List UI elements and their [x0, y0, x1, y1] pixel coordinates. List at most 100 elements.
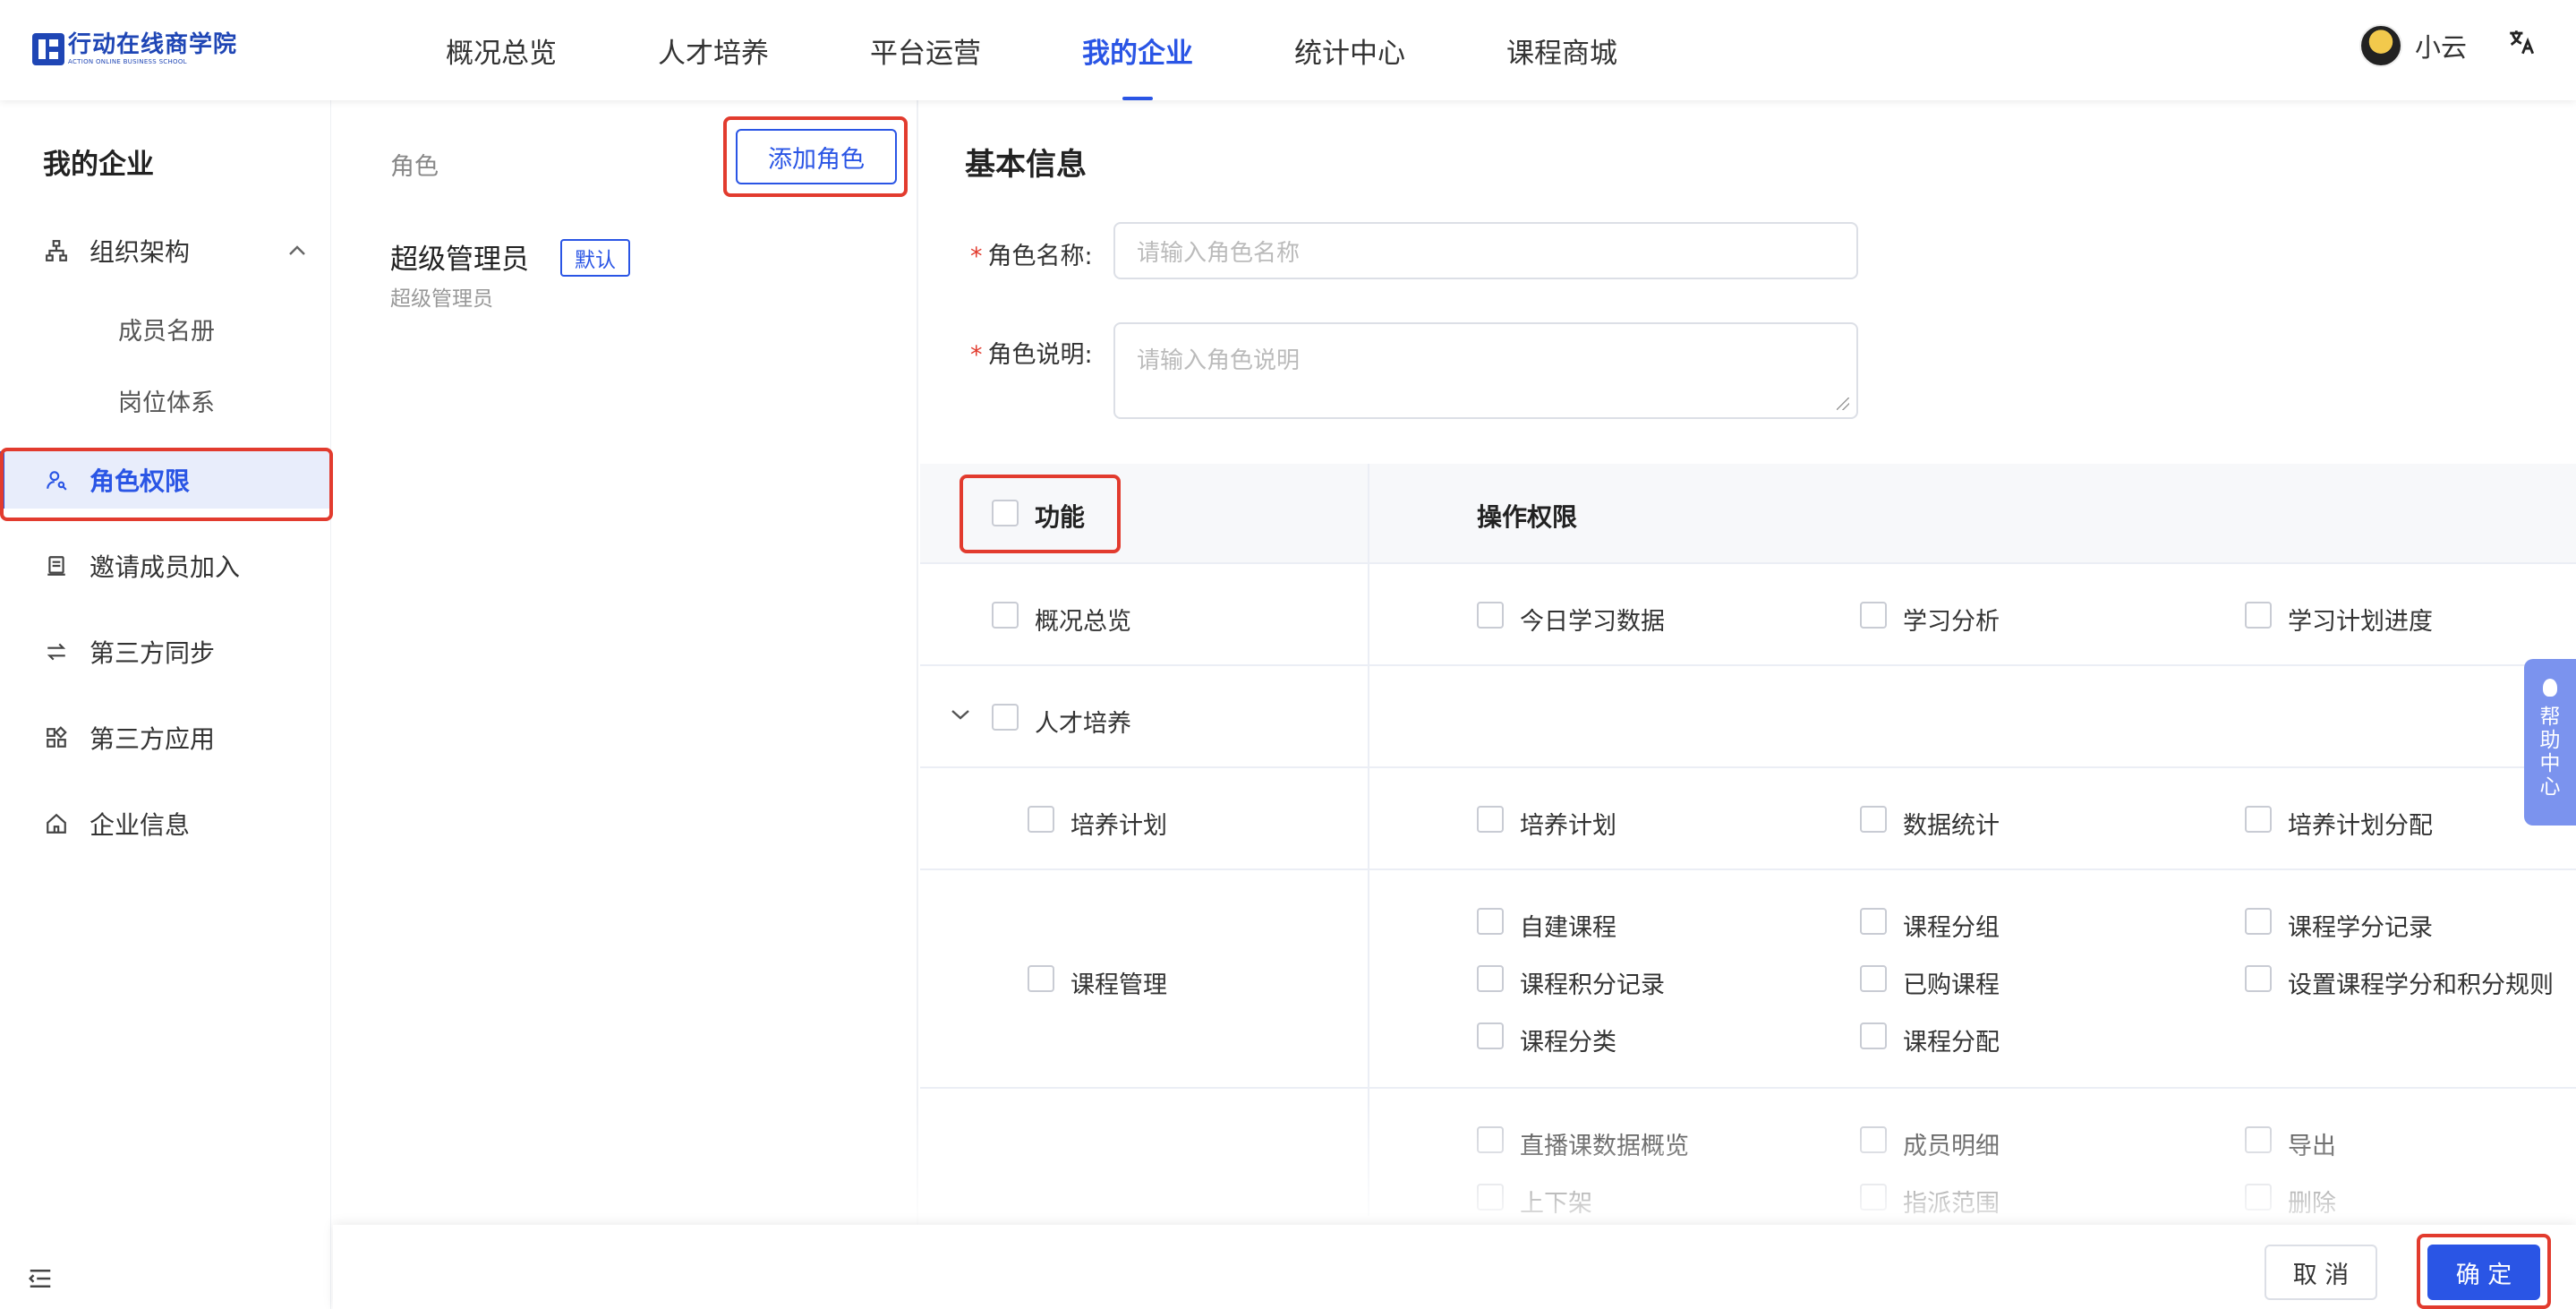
sidebar-item-label: 第三方同步	[90, 638, 216, 668]
action-checkbox[interactable]	[1477, 1184, 1504, 1211]
role-desc-textarea[interactable]: 请输入角色说明	[1113, 322, 1858, 419]
action-checkbox[interactable]	[2245, 965, 2272, 992]
role-desc-label: * 角色说明:	[970, 341, 1093, 369]
sidebar-item-invite-members[interactable]: 邀请成员加入	[0, 539, 331, 593]
document-icon	[43, 552, 70, 579]
user-name: 小云	[2415, 32, 2468, 63]
action-label: 学习分析	[1903, 608, 2000, 636]
table-row: 概况总览 今日学习数据 学习分析 学习计划进度	[920, 566, 2576, 666]
role-name-input[interactable]: 请输入角色名称	[1113, 222, 1858, 279]
function-label: 培养计划	[1070, 812, 1167, 840]
action-checkbox[interactable]	[2245, 1126, 2272, 1153]
function-column-header: 功能	[1035, 502, 1086, 532]
function-label: 课程管理	[1070, 971, 1167, 999]
nav-tab-overview[interactable]: 概况总览	[446, 0, 557, 100]
brand-name: 行动在线商学院	[68, 31, 238, 58]
chevron-up-icon[interactable]	[288, 240, 306, 262]
action-label: 课程分类	[1520, 1029, 1616, 1057]
sidebar-item-third-party-sync[interactable]: 第三方同步	[0, 625, 331, 679]
org-chart-icon	[43, 237, 70, 264]
translate-icon[interactable]	[2506, 27, 2537, 64]
chevron-down-icon[interactable]	[951, 700, 970, 727]
action-label: 课程分配	[1903, 1029, 2000, 1057]
action-label: 设置课程学分和积分规则	[2288, 971, 2554, 999]
nav-tab-talent[interactable]: 人才培养	[658, 0, 769, 100]
brand-subtitle: ACTION ONLINE BUSINESS SCHOOL	[68, 58, 187, 65]
sidebar-item-org-structure[interactable]: 组织架构	[0, 224, 331, 278]
help-center-label: 帮助中心	[2539, 706, 2561, 799]
action-checkbox[interactable]	[1477, 1126, 1504, 1153]
sidebar-item-role-permissions[interactable]: 角色权限	[0, 451, 331, 509]
add-role-button[interactable]: 添加角色	[736, 129, 897, 184]
function-checkbox[interactable]	[1028, 806, 1054, 833]
action-checkbox[interactable]	[2245, 1184, 2272, 1211]
form-footer	[333, 1225, 2576, 1309]
action-checkbox[interactable]	[1860, 908, 1887, 935]
sidebar-item-label: 企业信息	[90, 810, 191, 840]
action-checkbox[interactable]	[1477, 1022, 1504, 1049]
action-label: 上下架	[1520, 1190, 1592, 1218]
sidebar-title: 我的企业	[43, 149, 154, 181]
user-menu[interactable]: 小云	[2359, 23, 2467, 68]
action-label: 数据统计	[1903, 812, 2000, 840]
function-checkbox[interactable]	[992, 704, 1019, 731]
table-row: 培养计划 培养计划 数据统计 培养计划分配	[920, 770, 2576, 870]
role-list-header: 角色	[390, 153, 439, 181]
confirm-button[interactable]: 确 定	[2427, 1245, 2540, 1300]
table-row: 课程管理 自建课程 课程分组 课程学分记录 课程积分记录 已购课程 设置课程学分…	[920, 872, 2576, 1089]
table-row: 直播课数据概览 成员明细 导出 上下架 指派范围 删除	[920, 1091, 2576, 1225]
sidebar-item-position-system[interactable]: 岗位体系	[118, 383, 215, 418]
nav-tab-statistics[interactable]: 统计中心	[1294, 0, 1405, 100]
function-label: 概况总览	[1035, 608, 1131, 636]
table-header: 功能 操作权限	[920, 464, 2576, 564]
swap-icon	[43, 638, 70, 665]
action-label: 成员明细	[1903, 1133, 2000, 1160]
sidebar-item-member-roster[interactable]: 成员名册	[118, 312, 215, 346]
action-label: 指派范围	[1903, 1190, 2000, 1218]
action-checkbox[interactable]	[1860, 806, 1887, 833]
action-label: 课程分组	[1903, 914, 2000, 942]
action-checkbox[interactable]	[2245, 908, 2272, 935]
action-label: 培养计划	[1520, 812, 1616, 840]
brand-logo[interactable]: 行动在线商学院 ACTION ONLINE BUSINESS SCHOOL	[32, 32, 237, 66]
function-checkbox[interactable]	[1028, 965, 1054, 992]
action-checkbox[interactable]	[1477, 806, 1504, 833]
action-checkbox[interactable]	[1860, 1184, 1887, 1211]
section-title: 基本信息	[965, 147, 1087, 183]
top-navigation-bar: 行动在线商学院 ACTION ONLINE BUSINESS SCHOOL 概况…	[0, 0, 2576, 100]
actions-column-header: 操作权限	[1477, 502, 1578, 532]
action-label: 今日学习数据	[1520, 608, 1665, 636]
role-item-name[interactable]: 超级管理员	[390, 236, 529, 277]
action-checkbox[interactable]	[2245, 806, 2272, 833]
role-name-label: * 角色名称:	[970, 243, 1093, 270]
nav-tab-my-enterprise[interactable]: 我的企业	[1082, 0, 1193, 100]
resize-handle[interactable]	[1837, 398, 1849, 410]
sidebar: 我的企业 组织架构 成员名册 岗位体系 角色权限 邀请成员加入 第三方同步 第三…	[0, 100, 331, 1309]
action-checkbox[interactable]	[1477, 908, 1504, 935]
function-checkbox[interactable]	[992, 602, 1019, 629]
action-checkbox[interactable]	[2245, 602, 2272, 629]
table-row-group: 人才培养	[920, 668, 2576, 768]
action-checkbox[interactable]	[1860, 1022, 1887, 1049]
nav-tab-course-mall[interactable]: 课程商城	[1506, 0, 1617, 100]
help-center-button[interactable]: 帮助中心	[2524, 659, 2576, 826]
action-checkbox[interactable]	[1477, 602, 1504, 629]
apps-icon	[43, 724, 70, 751]
action-checkbox[interactable]	[1860, 1126, 1887, 1153]
nav-tab-operations[interactable]: 平台运营	[870, 0, 981, 100]
avatar	[2359, 24, 2402, 67]
action-label: 导出	[2288, 1133, 2336, 1160]
collapse-sidebar-icon[interactable]	[27, 1266, 57, 1296]
action-checkbox[interactable]	[1860, 602, 1887, 629]
home-icon	[43, 810, 70, 837]
user-key-icon	[43, 466, 70, 493]
action-checkbox[interactable]	[1477, 965, 1504, 992]
sidebar-item-enterprise-info[interactable]: 企业信息	[0, 797, 331, 851]
select-all-checkbox[interactable]	[992, 500, 1019, 526]
sidebar-item-third-party-apps[interactable]: 第三方应用	[0, 711, 331, 765]
role-list-panel: 角色 添加角色 超级管理员 默认 超级管理员	[333, 100, 918, 1309]
sidebar-item-label: 组织架构	[90, 237, 191, 267]
function-label: 人才培养	[1035, 710, 1131, 738]
cancel-button[interactable]: 取 消	[2265, 1245, 2377, 1300]
action-checkbox[interactable]	[1860, 965, 1887, 992]
